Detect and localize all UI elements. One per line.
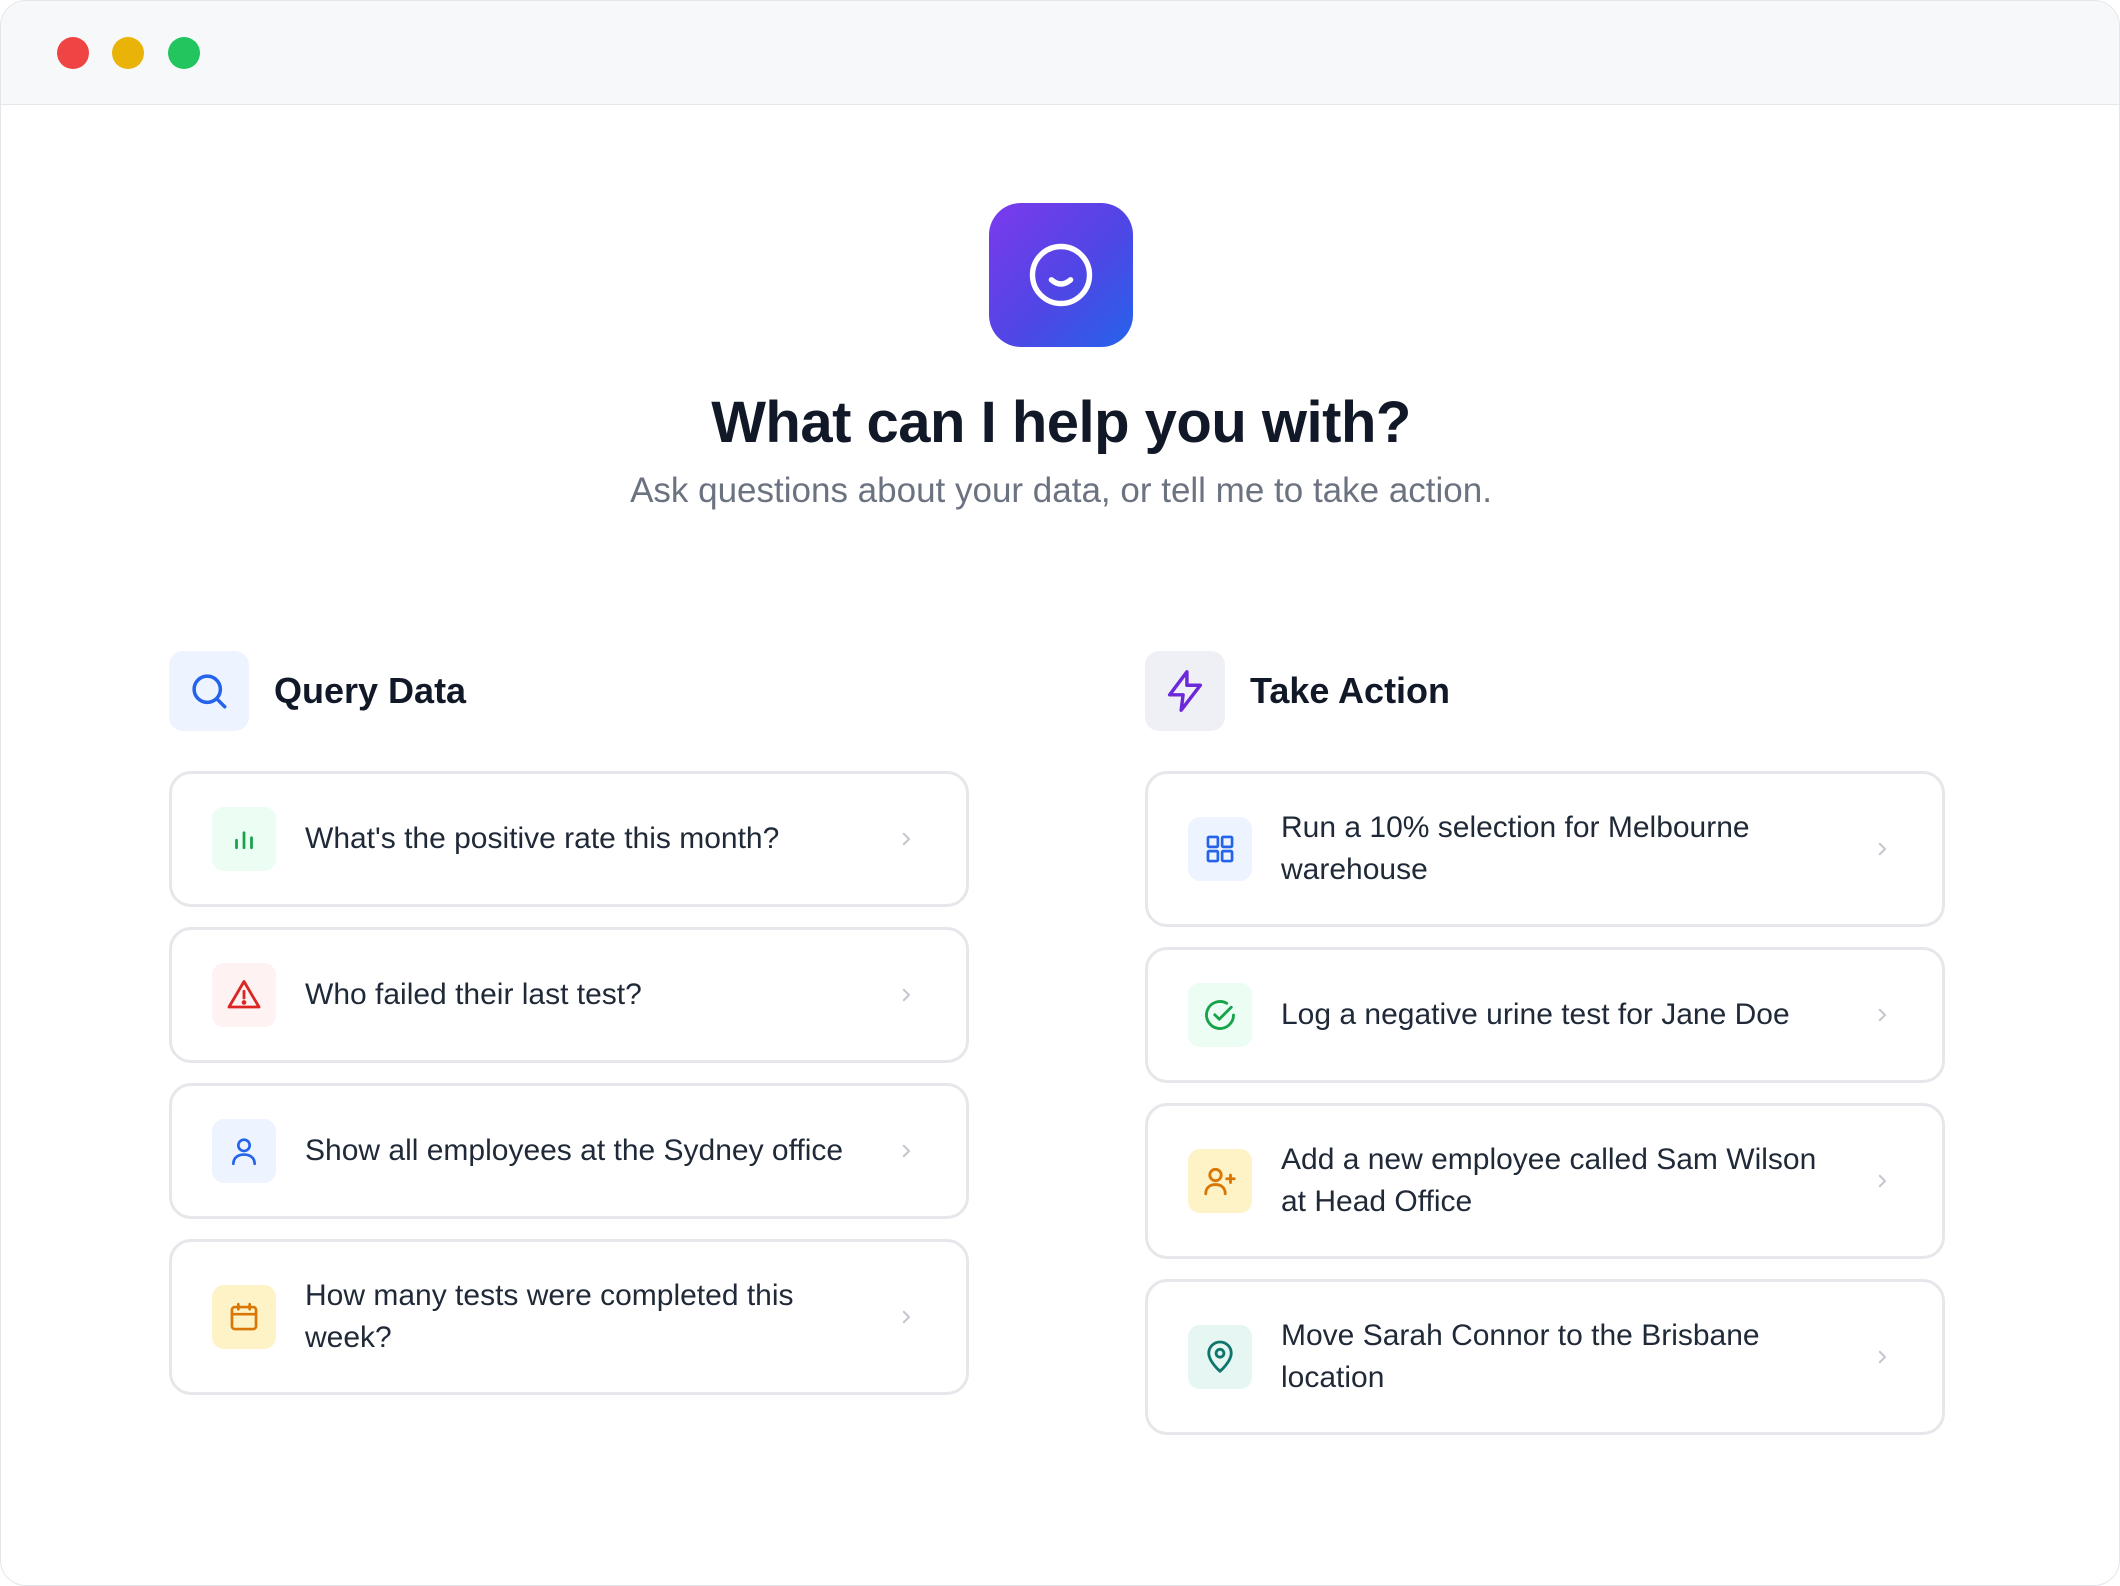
chevron-right-icon (896, 1307, 916, 1327)
suggestion-label: Run a 10% selection for Melbourne wareho… (1281, 811, 1750, 886)
query-suggestion-failed-test[interactable]: Who failed their last test? (169, 927, 969, 1063)
bar-chart-icon (235, 831, 253, 850)
page-title: What can I help you with? (711, 390, 1411, 455)
check-circle-icon-badge (1188, 983, 1252, 1047)
query-suggestion-sydney-employees[interactable]: Show all employees at the Sydney office (169, 1083, 969, 1219)
smile-icon (1029, 243, 1093, 307)
minimize-window-button[interactable] (112, 37, 144, 69)
map-pin-icon (1207, 1340, 1233, 1373)
lightning-icon (1167, 670, 1203, 712)
user-plus-icon (1204, 1167, 1236, 1196)
page-subtitle: Ask questions about your data, or tell m… (630, 471, 1492, 510)
search-icon-badge (169, 651, 249, 731)
suggestion-label: How many tests were completed this week? (305, 1279, 794, 1354)
suggestion-label: What's the positive rate this month? (305, 822, 780, 855)
user-icon (232, 1138, 256, 1166)
grid-icon-badge (1188, 817, 1252, 881)
calendar-icon (230, 1302, 258, 1331)
lightning-icon-badge (1145, 651, 1225, 731)
suggestion-label: Add a new employee called Sam Wilson at … (1281, 1143, 1817, 1218)
chevron-right-icon (1872, 839, 1892, 859)
suggestion-label: Move Sarah Connor to the Brisbane locati… (1281, 1319, 1760, 1394)
take-action-header: Take Action (1145, 651, 1450, 731)
chevron-right-icon (1872, 1171, 1892, 1191)
suggestion-label: Show all employees at the Sydney office (305, 1134, 844, 1167)
calendar-icon-badge (212, 1285, 276, 1349)
action-suggestion-move-employee[interactable]: Move Sarah Connor to the Brisbane locati… (1145, 1279, 1945, 1435)
user-plus-icon-badge (1188, 1149, 1252, 1213)
chevron-right-icon (896, 1141, 916, 1161)
grid-icon (1206, 835, 1234, 863)
close-window-button[interactable] (57, 37, 89, 69)
suggestion-label: Log a negative urine test for Jane Doe (1281, 998, 1790, 1031)
action-suggestion-add-employee[interactable]: Add a new employee called Sam Wilson at … (1145, 1103, 1945, 1259)
query-data-title: Query Data (274, 670, 467, 711)
query-suggestion-tests-completed[interactable]: How many tests were completed this week? (169, 1239, 969, 1395)
chevron-right-icon (896, 829, 916, 849)
app-window: What can I help you with? Ask questions … (0, 0, 2120, 1586)
title-bar (1, 1, 2119, 105)
alert-triangle-icon-badge (212, 963, 276, 1027)
action-suggestion-log-negative-test[interactable]: Log a negative urine test for Jane Doe (1145, 947, 1945, 1083)
check-circle-icon (1205, 1000, 1235, 1030)
suggestion-label: Who failed their last test? (305, 978, 642, 1011)
map-pin-icon-badge (1188, 1325, 1252, 1389)
bar-chart-icon-badge (212, 807, 276, 871)
search-icon (192, 674, 227, 709)
assistant-logo (989, 203, 1133, 347)
take-action-title: Take Action (1250, 670, 1451, 711)
query-data-header: Query Data (169, 651, 466, 731)
alert-triangle-icon (227, 980, 261, 1009)
chevron-right-icon (1872, 1347, 1892, 1367)
query-suggestion-positive-rate[interactable]: What's the positive rate this month? (169, 771, 969, 907)
chevron-right-icon (896, 985, 916, 1005)
action-suggestion-melbourne-selection[interactable]: Run a 10% selection for Melbourne wareho… (1145, 771, 1945, 927)
chevron-right-icon (1872, 1005, 1892, 1025)
maximize-window-button[interactable] (168, 37, 200, 69)
user-icon-badge (212, 1119, 276, 1183)
